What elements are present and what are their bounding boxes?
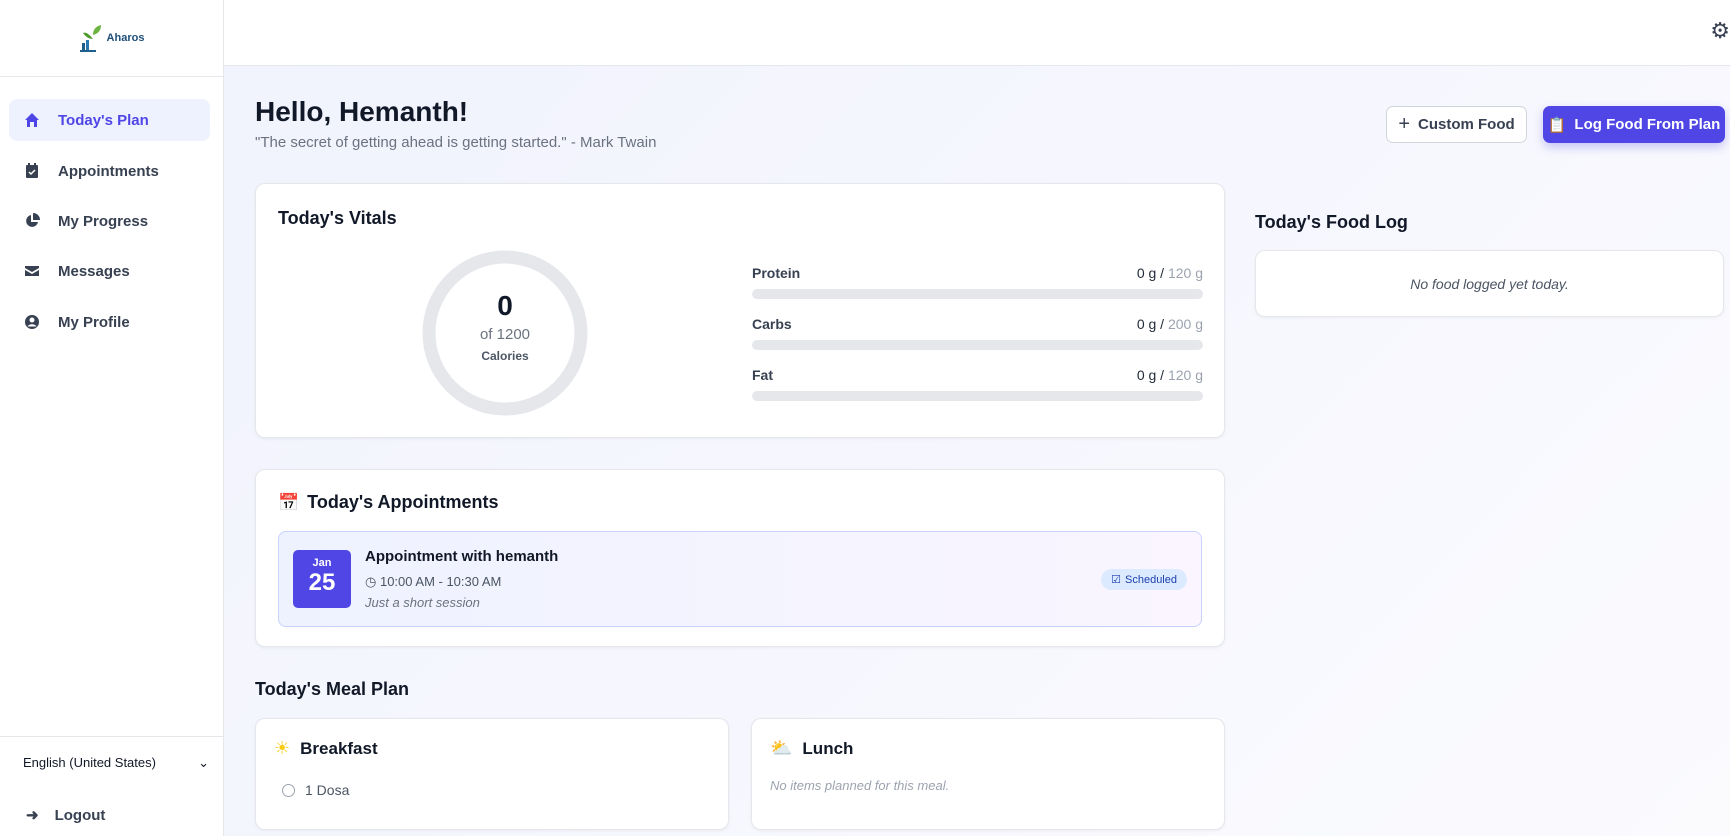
card-title: Today's Appointments	[307, 492, 499, 512]
sidebar-item-label: Messages	[58, 262, 130, 280]
sidebar-item-label: Today's Plan	[58, 111, 149, 129]
day: 25	[308, 569, 336, 596]
sidebar-item-label: Appointments	[58, 162, 159, 180]
date-badge: Jan 25	[293, 550, 351, 608]
cloud-sun-icon: ⛅	[770, 738, 793, 758]
progress-bar	[752, 289, 1203, 299]
macro-value: 0 g /	[1136, 367, 1165, 383]
calories-value: 0	[497, 290, 513, 321]
sidebar-item-label: My Profile	[58, 313, 130, 331]
appointments-card: 📅 Today's Appointments Jan 25 Appointment…	[255, 469, 1225, 647]
envelope-icon	[25, 266, 39, 276]
button-label: Custom Food	[1418, 116, 1515, 133]
clock-icon: ◷	[365, 574, 377, 589]
logout-button[interactable]: ➜ Logout	[26, 806, 106, 825]
meal-item[interactable]: 1 Dosa	[282, 782, 349, 798]
macro-goal: 120 g	[1164, 367, 1203, 383]
card-title: Today's Vitals	[278, 208, 397, 228]
sidebar-item-my-profile[interactable]: My Profile	[9, 301, 210, 343]
logo[interactable]: Aharos	[0, 0, 223, 77]
sign-out-icon: ➜	[26, 807, 39, 824]
empty-message: No items planned for this meal.	[770, 778, 950, 793]
macro-value: 0 g /	[1136, 316, 1165, 332]
appointment-item[interactable]: Jan 25 Appointment with hemanth ◷ 10:00 …	[278, 531, 1202, 627]
sidebar-item-label: My Progress	[58, 212, 149, 230]
appointment-time: 10:00 AM - 10:30 AM	[379, 574, 502, 589]
empty-message: No food logged yet today.	[1410, 275, 1569, 292]
macro-fat: Fat 0 g / 120 g	[752, 367, 1203, 401]
calendar-check-icon: 📅	[278, 492, 300, 512]
language-value: English (United States)	[23, 755, 156, 770]
food-log-card: No food logged yet today.	[1255, 250, 1724, 317]
meal-card-breakfast: ☀ Breakfast 1 Dosa	[255, 718, 729, 830]
appointment-title: Appointment with hemanth	[365, 548, 559, 565]
meal-name: Lunch	[802, 738, 854, 758]
calendar-check-icon: ☑	[1111, 574, 1121, 586]
logout-label: Logout	[54, 806, 106, 824]
clipboard-icon: 📋	[1547, 116, 1567, 134]
macro-value: 0 g /	[1136, 265, 1165, 281]
gear-icon[interactable]: ⚙	[1710, 18, 1730, 44]
calendar-check-icon	[26, 163, 38, 178]
macro-name: Fat	[752, 367, 773, 383]
calories-goal: of 1200	[479, 326, 531, 343]
page-title: Hello, Hemanth!	[255, 96, 469, 127]
vitals-card: Today's Vitals 0 of 1200 Calories Protei…	[255, 183, 1225, 438]
calories-label: Calories	[481, 349, 529, 363]
language-select[interactable]: English (United States) ⌄	[23, 755, 209, 771]
plus-icon: +	[1398, 113, 1411, 135]
chevron-down-icon: ⌄	[198, 755, 209, 770]
custom-food-button[interactable]: + Custom Food	[1386, 106, 1527, 143]
sidebar-item-todays-plan[interactable]: Today's Plan	[9, 99, 210, 141]
sidebar-item-messages[interactable]: Messages	[9, 250, 210, 292]
button-label: Log Food From Plan	[1574, 116, 1721, 133]
sidebar-item-my-progress[interactable]: My Progress	[9, 200, 210, 242]
month: Jan	[312, 557, 332, 569]
quote: "The secret of getting ahead is getting …	[255, 134, 657, 151]
food-log-title: Today's Food Log	[1255, 212, 1408, 232]
pie-chart-icon	[26, 213, 40, 227]
home-icon	[25, 113, 39, 127]
sidebar-item-appointments[interactable]: Appointments	[9, 150, 210, 192]
main-content: Hello, Hemanth! "The secret of getting a…	[224, 66, 1730, 836]
divider	[0, 736, 224, 737]
macro-protein: Protein 0 g / 120 g	[752, 265, 1203, 299]
meal-name: Breakfast	[300, 738, 378, 758]
meal-card-lunch: ⛅ Lunch No items planned for this meal.	[751, 718, 1225, 830]
macro-name: Protein	[752, 265, 801, 281]
section-title: Today's Meal Plan	[255, 679, 409, 699]
macro-carbs: Carbs 0 g / 200 g	[752, 316, 1203, 350]
log-food-from-plan-button[interactable]: 📋 Log Food From Plan	[1543, 106, 1725, 143]
appointment-note: Just a short session	[365, 595, 480, 610]
progress-bar	[752, 340, 1203, 350]
meal-item-label: 1 Dosa	[305, 782, 350, 798]
status-badge: ☑ Scheduled	[1101, 569, 1187, 590]
macro-name: Carbs	[752, 316, 792, 332]
macro-goal: 200 g	[1164, 316, 1203, 332]
sun-icon: ☀	[274, 738, 291, 758]
top-header: ⚙	[224, 0, 1730, 66]
macro-goal: 120 g	[1164, 265, 1203, 281]
progress-bar	[752, 391, 1203, 401]
status-label: Scheduled	[1125, 573, 1177, 586]
user-circle-icon	[25, 315, 39, 329]
sidebar: Aharos Today's Plan Appointments My Prog…	[0, 0, 224, 836]
circle-checkbox[interactable]	[282, 783, 295, 797]
